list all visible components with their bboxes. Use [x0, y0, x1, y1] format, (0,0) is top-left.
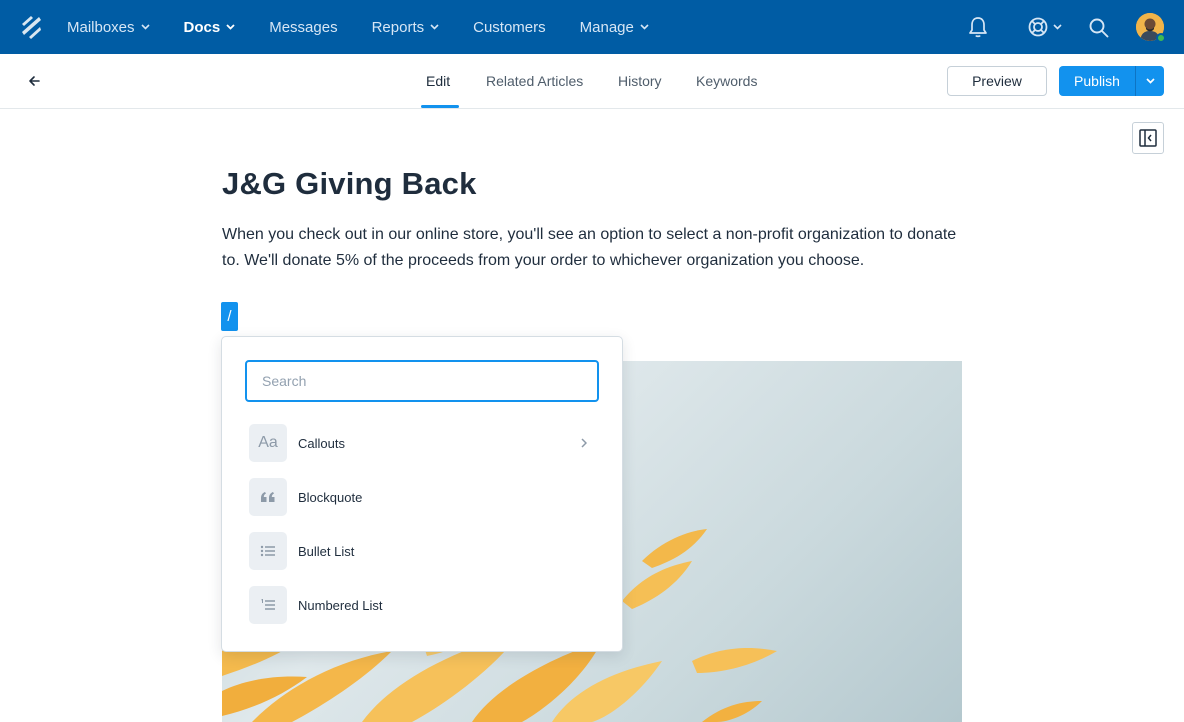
nav-item-docs[interactable]: Docs	[184, 0, 236, 54]
top-navigation: Mailboxes Docs Messages Reports Customer…	[0, 0, 1184, 54]
chevron-down-icon	[640, 24, 649, 30]
chevron-down-icon	[430, 24, 439, 30]
sidebar-toggle-button[interactable]	[1132, 122, 1164, 154]
menu-item-blockquote[interactable]: Blockquote	[249, 478, 599, 516]
active-tab-indicator	[421, 105, 459, 108]
menu-search-input[interactable]	[245, 360, 599, 402]
editor-toolbar: Edit Related Articles History Keywords P…	[0, 54, 1184, 109]
preview-button[interactable]: Preview	[947, 66, 1047, 96]
online-status-dot	[1156, 33, 1166, 43]
logo-icon[interactable]	[20, 15, 42, 39]
tab-related-articles[interactable]: Related Articles	[486, 54, 583, 109]
chevron-down-icon	[1145, 78, 1155, 84]
tab-keywords[interactable]: Keywords	[696, 54, 757, 109]
publish-options-button[interactable]	[1135, 66, 1164, 96]
nav-item-messages[interactable]: Messages	[269, 0, 337, 54]
callouts-icon: Aa	[249, 424, 287, 462]
article-title[interactable]: J&G Giving Back	[222, 166, 477, 202]
numbered-list-icon	[249, 586, 287, 624]
menu-item-bullet-list[interactable]: Bullet List	[249, 532, 599, 570]
nav-item-label: Messages	[269, 18, 338, 36]
article-body-paragraph[interactable]: When you check out in our online store, …	[222, 222, 962, 274]
nav-item-customers[interactable]: Customers	[473, 0, 546, 54]
search-icon[interactable]	[1088, 17, 1110, 39]
quote-icon	[249, 478, 287, 516]
nav-item-label: Mailboxes	[67, 18, 135, 36]
chevron-down-icon	[1053, 24, 1062, 30]
nav-item-label: Reports	[371, 18, 425, 36]
menu-item-callouts[interactable]: Aa Callouts	[249, 424, 599, 462]
nav-item-label: Docs	[183, 18, 221, 36]
help-menu[interactable]	[1027, 16, 1063, 38]
nav-item-label: Customers	[473, 18, 546, 36]
nav-item-mailboxes[interactable]: Mailboxes	[67, 0, 150, 54]
callouts-icon-text: Aa	[258, 434, 278, 451]
menu-item-label: Numbered List	[298, 597, 383, 613]
chevron-down-icon	[226, 24, 235, 30]
slash-command-token: /	[221, 302, 238, 331]
menu-item-label: Blockquote	[298, 489, 363, 505]
tab-edit[interactable]: Edit	[426, 54, 450, 109]
chevron-right-icon	[581, 438, 587, 448]
collapse-sidebar-icon	[1139, 129, 1157, 147]
nav-menu: Mailboxes Docs Messages Reports Customer…	[67, 0, 683, 54]
menu-item-label: Bullet List	[298, 543, 355, 559]
chevron-down-icon	[140, 24, 150, 30]
publish-button[interactable]: Publish	[1059, 66, 1135, 96]
nav-item-manage[interactable]: Manage	[580, 0, 649, 54]
bell-icon[interactable]	[966, 15, 990, 39]
nav-item-label: Manage	[579, 18, 634, 36]
menu-item-numbered-list[interactable]: Numbered List	[249, 586, 599, 624]
menu-item-label: Callouts	[298, 435, 345, 451]
nav-item-reports[interactable]: Reports	[372, 0, 440, 54]
bullet-list-icon	[249, 532, 287, 570]
back-arrow-icon[interactable]	[27, 74, 43, 88]
lifebuoy-icon	[1028, 17, 1048, 37]
insert-block-menu: Aa Callouts Blockquote Bullet List	[221, 336, 623, 652]
tab-history[interactable]: History	[618, 54, 662, 109]
